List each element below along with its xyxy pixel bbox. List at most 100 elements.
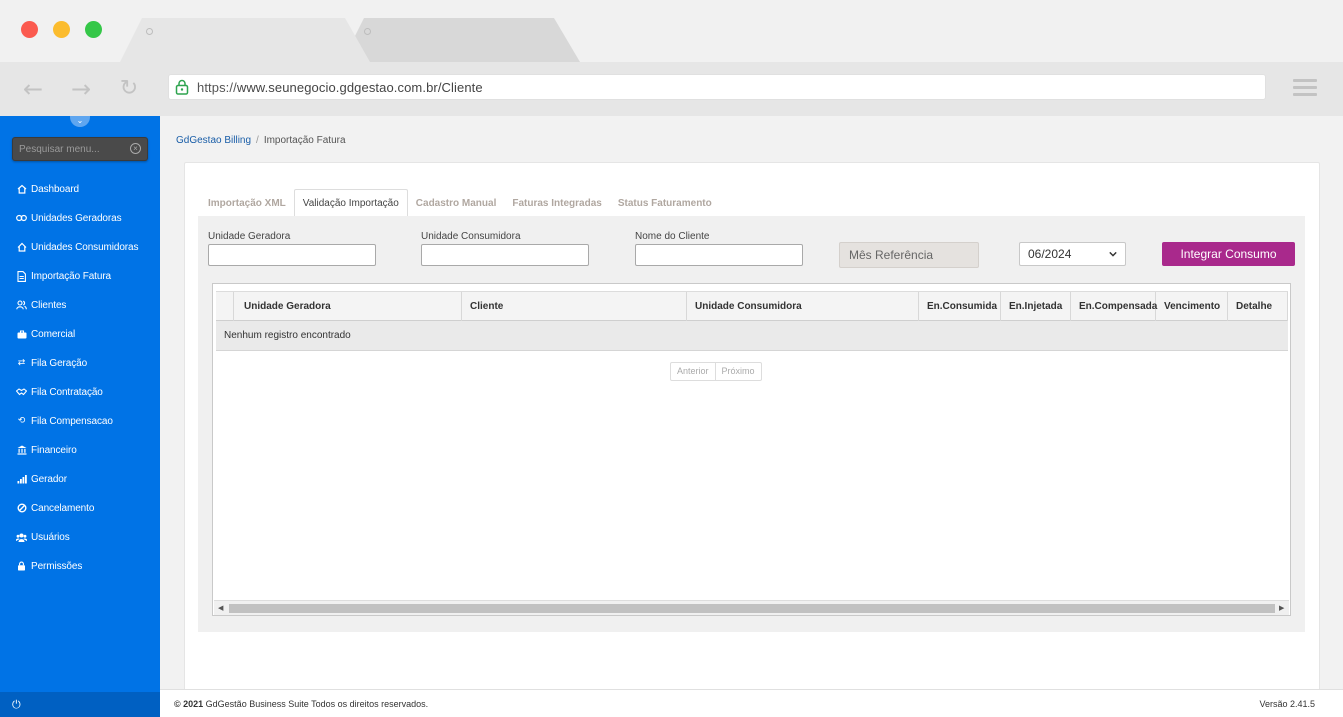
close-window-button[interactable]	[21, 21, 38, 38]
grid-horizontal-scrollbar[interactable]: ◀ ▶	[214, 600, 1289, 615]
minimize-window-button[interactable]	[53, 21, 70, 38]
mes-referencia-select[interactable]: 06/2024	[1019, 242, 1126, 266]
sidebar-item-label: Fila Contratação	[31, 386, 103, 398]
file-icon	[16, 270, 27, 282]
chevron-down-icon[interactable]: ⌄	[70, 116, 90, 127]
url-text: https://www.seunegocio.gdgestao.com.br/C…	[197, 80, 483, 95]
copyright-body: GdGestão Business Suite Todos os direito…	[205, 699, 429, 709]
sidebar-item-cancelamento[interactable]: Cancelamento	[16, 499, 94, 517]
sidebar-item-importacao-fatura[interactable]: Importação Fatura	[16, 267, 111, 285]
unidade-consumidora-input[interactable]	[421, 244, 589, 266]
lock-icon	[175, 79, 189, 95]
grid-column-en-consumida[interactable]: En.Consumida	[919, 292, 1001, 321]
unidade-geradora-label: Unidade Geradora	[208, 231, 291, 242]
mes-referencia-label: Mês Referência	[839, 242, 979, 268]
sidebar-item-label: Clientes	[31, 299, 67, 311]
grid-header: Unidade Geradora Cliente Unidade Consumi…	[216, 291, 1288, 321]
data-grid: Unidade Geradora Cliente Unidade Consumi…	[212, 283, 1291, 616]
handshake-icon	[16, 387, 27, 398]
breadcrumb-separator: /	[256, 135, 259, 146]
page-footer: © 2021 GdGestão Business Suite Todos os …	[160, 689, 1343, 717]
url-scheme: https://	[197, 80, 237, 95]
browser-tab-inactive[interactable]	[342, 18, 582, 62]
sidebar-item-label: Fila Compensacao	[31, 415, 113, 427]
sidebar-item-permissoes[interactable]: Permissões	[16, 557, 82, 575]
menu-search-input[interactable]	[13, 138, 129, 160]
tab-validacao-importacao[interactable]: Validação Importação	[293, 189, 408, 217]
grid-column-unidade-geradora[interactable]: Unidade Geradora	[234, 292, 462, 321]
lock-icon	[16, 561, 27, 572]
mes-referencia-value: 06/2024	[1028, 247, 1072, 261]
signal-icon	[16, 474, 27, 485]
reload-icon[interactable]: ↻	[116, 76, 142, 102]
pager-prev-button[interactable]: Anterior	[671, 363, 715, 380]
browser-tab-active[interactable]	[120, 18, 370, 62]
grid-empty-message: Nenhum registro encontrado	[216, 321, 1288, 351]
clear-search-icon[interactable]: ×	[130, 143, 141, 154]
pager-next-button[interactable]: Próximo	[714, 363, 761, 380]
link-icon	[16, 213, 27, 224]
sidebar-item-label: Fila Geração	[31, 357, 88, 369]
grid-column-unidade-consumidora[interactable]: Unidade Consumidora	[687, 292, 919, 321]
grid-column-en-injetada[interactable]: En.Injetada	[1001, 292, 1071, 321]
maximize-window-button[interactable]	[85, 21, 102, 38]
sidebar-item-label: Permissões	[31, 560, 83, 572]
forward-arrow-icon[interactable]: →	[68, 76, 94, 102]
sidebar-item-comercial[interactable]: Comercial	[16, 325, 75, 343]
grid-column-select[interactable]	[216, 292, 234, 321]
unidade-consumidora-label: Unidade Consumidora	[421, 231, 521, 242]
briefcase-icon	[16, 329, 27, 340]
scroll-right-icon[interactable]: ▶	[1279, 604, 1287, 612]
user-group-icon	[16, 532, 27, 543]
version-text: Versão 2.41.5	[1259, 699, 1315, 709]
sidebar-item-dashboard[interactable]: Dashboard	[16, 180, 79, 198]
ban-icon	[16, 503, 27, 514]
copyright-year: © 2021	[174, 699, 204, 709]
tab-favicon-icon	[146, 28, 153, 35]
grid-column-cliente[interactable]: Cliente	[462, 292, 687, 321]
grid-column-en-compensada[interactable]: En.Compensada	[1071, 292, 1157, 321]
users-icon	[16, 300, 27, 311]
tab-faturas-integradas[interactable]: Faturas Integradas	[504, 189, 609, 217]
sidebar-item-label: Unidades Geradoras	[31, 212, 122, 224]
sidebar-item-label: Comercial	[31, 328, 76, 340]
sidebar-item-label: Dashboard	[31, 183, 80, 195]
scrollbar-thumb[interactable]	[229, 604, 1275, 613]
back-arrow-icon[interactable]: ←	[20, 76, 46, 102]
browser-menu-icon[interactable]	[1293, 79, 1317, 97]
sidebar-item-fila-contratacao[interactable]: Fila Contratação	[16, 383, 103, 401]
power-icon[interactable]: ⏻	[12, 698, 25, 711]
sidebar-item-usuarios[interactable]: Usuários	[16, 528, 70, 546]
house-icon	[16, 242, 27, 253]
scroll-left-icon[interactable]: ◀	[218, 604, 226, 612]
grid-column-vencimento[interactable]: Vencimento	[1156, 292, 1228, 321]
nome-cliente-input[interactable]	[635, 244, 803, 266]
grid-column-detalhe[interactable]: Detalhe	[1228, 292, 1288, 321]
sidebar-item-fila-compensacao[interactable]: ⟲ Fila Compensacao	[16, 412, 113, 430]
breadcrumb-home-link[interactable]: GdGestao Billing	[176, 135, 251, 146]
browser-tabstrip	[0, 0, 1343, 62]
sidebar-item-gerador[interactable]: Gerador	[16, 470, 67, 488]
address-bar[interactable]: https://www.seunegocio.gdgestao.com.br/C…	[168, 74, 1266, 100]
tab-cadastro-manual[interactable]: Cadastro Manual	[408, 189, 505, 217]
sidebar-item-label: Importação Fatura	[31, 270, 112, 282]
sidebar-item-clientes[interactable]: Clientes	[16, 296, 66, 314]
unidade-geradora-input[interactable]	[208, 244, 376, 266]
sidebar-item-label: Cancelamento	[31, 502, 95, 514]
sidebar-item-financeiro[interactable]: Financeiro	[16, 441, 77, 459]
bank-icon	[16, 445, 27, 456]
sidebar-item-unidades-consumidoras[interactable]: Unidades Consumidoras	[16, 238, 139, 256]
tab-status-faturamento[interactable]: Status Faturamento	[610, 189, 720, 217]
tab-bar: Importação XML Validação Importação Cada…	[200, 189, 720, 217]
sidebar-item-label: Usuários	[31, 531, 70, 543]
sidebar-item-label: Unidades Consumidoras	[31, 241, 139, 253]
sidebar-item-unidades-geradoras[interactable]: Unidades Geradoras	[16, 209, 122, 227]
url-host: www.seunegocio.gdgestao.com.br/Cliente	[236, 80, 483, 95]
sidebar-item-fila-geracao[interactable]: ⇄ Fila Geração	[16, 354, 87, 372]
refresh-icon: ⟲	[17, 416, 26, 426]
nome-cliente-label: Nome do Cliente	[635, 231, 710, 242]
sidebar-item-label: Financeiro	[31, 444, 77, 456]
integrar-consumo-button[interactable]: Integrar Consumo	[1162, 242, 1295, 266]
tab-importacao-xml[interactable]: Importação XML	[200, 189, 294, 217]
grid-pager: Anterior Próximo	[670, 362, 762, 381]
